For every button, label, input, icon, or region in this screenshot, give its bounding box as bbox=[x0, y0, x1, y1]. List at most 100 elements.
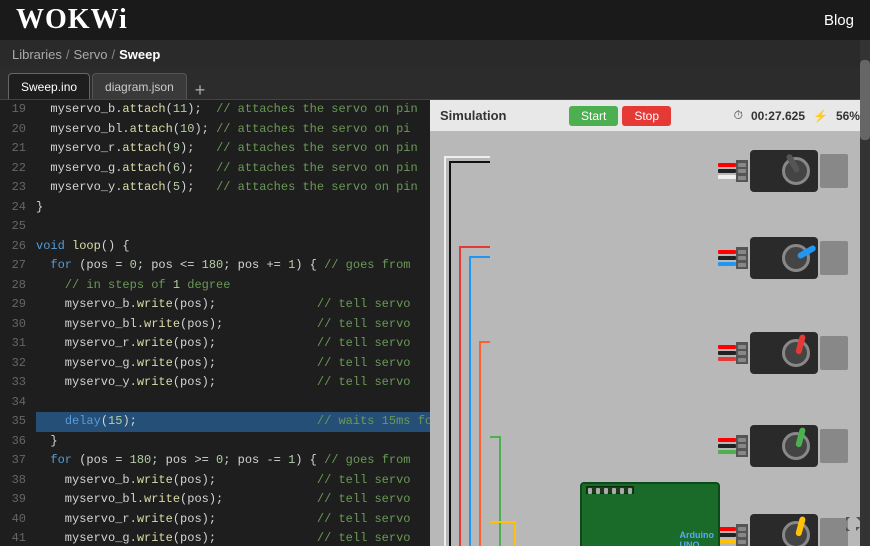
cpu-icon: ⚡ bbox=[813, 109, 828, 123]
line-content: myservo_y.attach(5); // attaches the ser… bbox=[36, 178, 430, 198]
line-number: 31 bbox=[0, 334, 36, 354]
simulation-controls: Start Stop bbox=[569, 106, 671, 126]
servo-body bbox=[750, 237, 818, 279]
code-line-21: 21 myservo_r.attach(9); // attaches the … bbox=[0, 139, 430, 159]
add-tab-button[interactable]: + bbox=[189, 81, 212, 99]
line-content: myservo_bl.attach(10); // attaches the s… bbox=[36, 120, 430, 140]
code-line-23: 23 myservo_y.attach(5); // attaches the … bbox=[0, 178, 430, 198]
simulation-cpu: 56% bbox=[836, 109, 860, 123]
code-line-34: 34 bbox=[0, 393, 430, 413]
cable-red bbox=[718, 527, 736, 531]
servo-connector bbox=[736, 342, 748, 364]
breadcrumb-sweep[interactable]: Sweep bbox=[119, 47, 160, 62]
line-content: myservo_r.write(pos); // tell servo bbox=[36, 510, 430, 530]
line-number: 34 bbox=[0, 393, 36, 413]
cable-red bbox=[718, 345, 736, 349]
servo-connector bbox=[736, 524, 748, 546]
code-line-24: 24} bbox=[0, 198, 430, 218]
line-number: 26 bbox=[0, 237, 36, 257]
cable-signal bbox=[718, 539, 736, 543]
code-line-29: 29 myservo_b.write(pos); // tell servo bbox=[0, 295, 430, 315]
code-line-31: 31 myservo_r.write(pos); // tell servo bbox=[0, 334, 430, 354]
timer-icon: ⏱ bbox=[734, 108, 743, 123]
code-line-20: 20 myservo_bl.attach(10); // attaches th… bbox=[0, 120, 430, 140]
cable-black bbox=[718, 169, 736, 173]
line-number: 37 bbox=[0, 451, 36, 471]
stop-button[interactable]: Stop bbox=[622, 106, 671, 126]
code-line-27: 27 for (pos = 0; pos <= 180; pos += 1) {… bbox=[0, 256, 430, 276]
line-number: 27 bbox=[0, 256, 36, 276]
blog-link[interactable]: Blog bbox=[824, 12, 854, 29]
line-content bbox=[36, 217, 430, 237]
simulation-panel: Simulation Start Stop ⏱ 00:27.625 ⚡ 56% bbox=[430, 100, 870, 546]
servo-arm-green bbox=[795, 427, 806, 448]
line-content: myservo_g.attach(6); // attaches the ser… bbox=[36, 159, 430, 179]
servo-blue bbox=[718, 237, 848, 279]
line-content: delay(15); // waits 15ms fo bbox=[36, 412, 430, 432]
line-content: myservo_g.write(pos); // tell servo bbox=[36, 529, 430, 546]
right-scrollbar[interactable] bbox=[860, 40, 870, 546]
main-content: 19 myservo_b.attach(11); // attaches the… bbox=[0, 100, 870, 546]
code-line-19: 19 myservo_b.attach(11); // attaches the… bbox=[0, 100, 430, 120]
servo-mount bbox=[820, 336, 848, 370]
code-line-40: 40 myservo_r.write(pos); // tell servo bbox=[0, 510, 430, 530]
tab-sweep-ino[interactable]: Sweep.ino bbox=[8, 73, 90, 99]
servo-body bbox=[750, 514, 818, 546]
servo-arm bbox=[785, 153, 800, 173]
code-line-32: 32 myservo_g.write(pos); // tell servo bbox=[0, 354, 430, 374]
line-number: 36 bbox=[0, 432, 36, 452]
servo-mount bbox=[820, 154, 848, 188]
cable-black bbox=[718, 256, 736, 260]
breadcrumb-libraries[interactable]: Libraries bbox=[12, 47, 62, 62]
line-content: myservo_bl.write(pos); // tell servo bbox=[36, 315, 430, 335]
line-number: 32 bbox=[0, 354, 36, 374]
code-line-26: 26void loop() { bbox=[0, 237, 430, 257]
arduino-board: ArduinoUNO bbox=[580, 482, 720, 546]
servo-mount bbox=[820, 429, 848, 463]
breadcrumb-sep1: / bbox=[66, 47, 70, 62]
line-content: myservo_r.write(pos); // tell servo bbox=[36, 334, 430, 354]
code-lines: 19 myservo_b.attach(11); // attaches the… bbox=[0, 100, 430, 546]
navbar: WOKWi Blog bbox=[0, 0, 870, 40]
cable-black bbox=[718, 351, 736, 355]
servo-red bbox=[718, 332, 848, 374]
servo-wheel bbox=[782, 244, 810, 272]
servo-connector bbox=[736, 247, 748, 269]
cable-signal bbox=[718, 357, 736, 361]
start-button[interactable]: Start bbox=[569, 106, 618, 126]
line-number: 30 bbox=[0, 315, 36, 335]
line-content: } bbox=[36, 198, 430, 218]
tabs-bar: Sweep.ino diagram.json + bbox=[0, 68, 870, 100]
servo-connector bbox=[736, 435, 748, 457]
code-line-41: 41 myservo_g.write(pos); // tell servo bbox=[0, 529, 430, 546]
line-number: 41 bbox=[0, 529, 36, 546]
code-line-37: 37 for (pos = 180; pos >= 0; pos -= 1) {… bbox=[0, 451, 430, 471]
servo-mount bbox=[820, 241, 848, 275]
cable-red bbox=[718, 250, 736, 254]
line-number: 28 bbox=[0, 276, 36, 296]
code-line-30: 30 myservo_bl.write(pos); // tell servo bbox=[0, 315, 430, 335]
servo-green-cables bbox=[718, 438, 736, 454]
line-number: 22 bbox=[0, 159, 36, 179]
line-content: myservo_bl.write(pos); // tell servo bbox=[36, 490, 430, 510]
simulation-time: 00:27.625 bbox=[751, 109, 805, 123]
code-editor[interactable]: 19 myservo_b.attach(11); // attaches the… bbox=[0, 100, 430, 546]
line-number: 35 bbox=[0, 412, 36, 432]
servo-green bbox=[718, 425, 848, 467]
simulation-header: Simulation Start Stop ⏱ 00:27.625 ⚡ 56% bbox=[430, 100, 870, 132]
breadcrumb-bar: Libraries / Servo / Sweep bbox=[0, 40, 870, 68]
code-line-33: 33 myservo_y.write(pos); // tell servo bbox=[0, 373, 430, 393]
scrollbar-thumb[interactable] bbox=[860, 60, 870, 140]
code-line-36: 36 } bbox=[0, 432, 430, 452]
line-content: myservo_r.attach(9); // attaches the ser… bbox=[36, 139, 430, 159]
servo-yellow-cables bbox=[718, 527, 736, 543]
line-number: 21 bbox=[0, 139, 36, 159]
line-number: 38 bbox=[0, 471, 36, 491]
breadcrumb-servo[interactable]: Servo bbox=[73, 47, 107, 62]
servo-body bbox=[750, 150, 818, 192]
servo-arm-yellow bbox=[795, 516, 806, 537]
line-number: 19 bbox=[0, 100, 36, 120]
tab-diagram-json[interactable]: diagram.json bbox=[92, 73, 187, 99]
code-line-25: 25 bbox=[0, 217, 430, 237]
servo-body bbox=[750, 332, 818, 374]
